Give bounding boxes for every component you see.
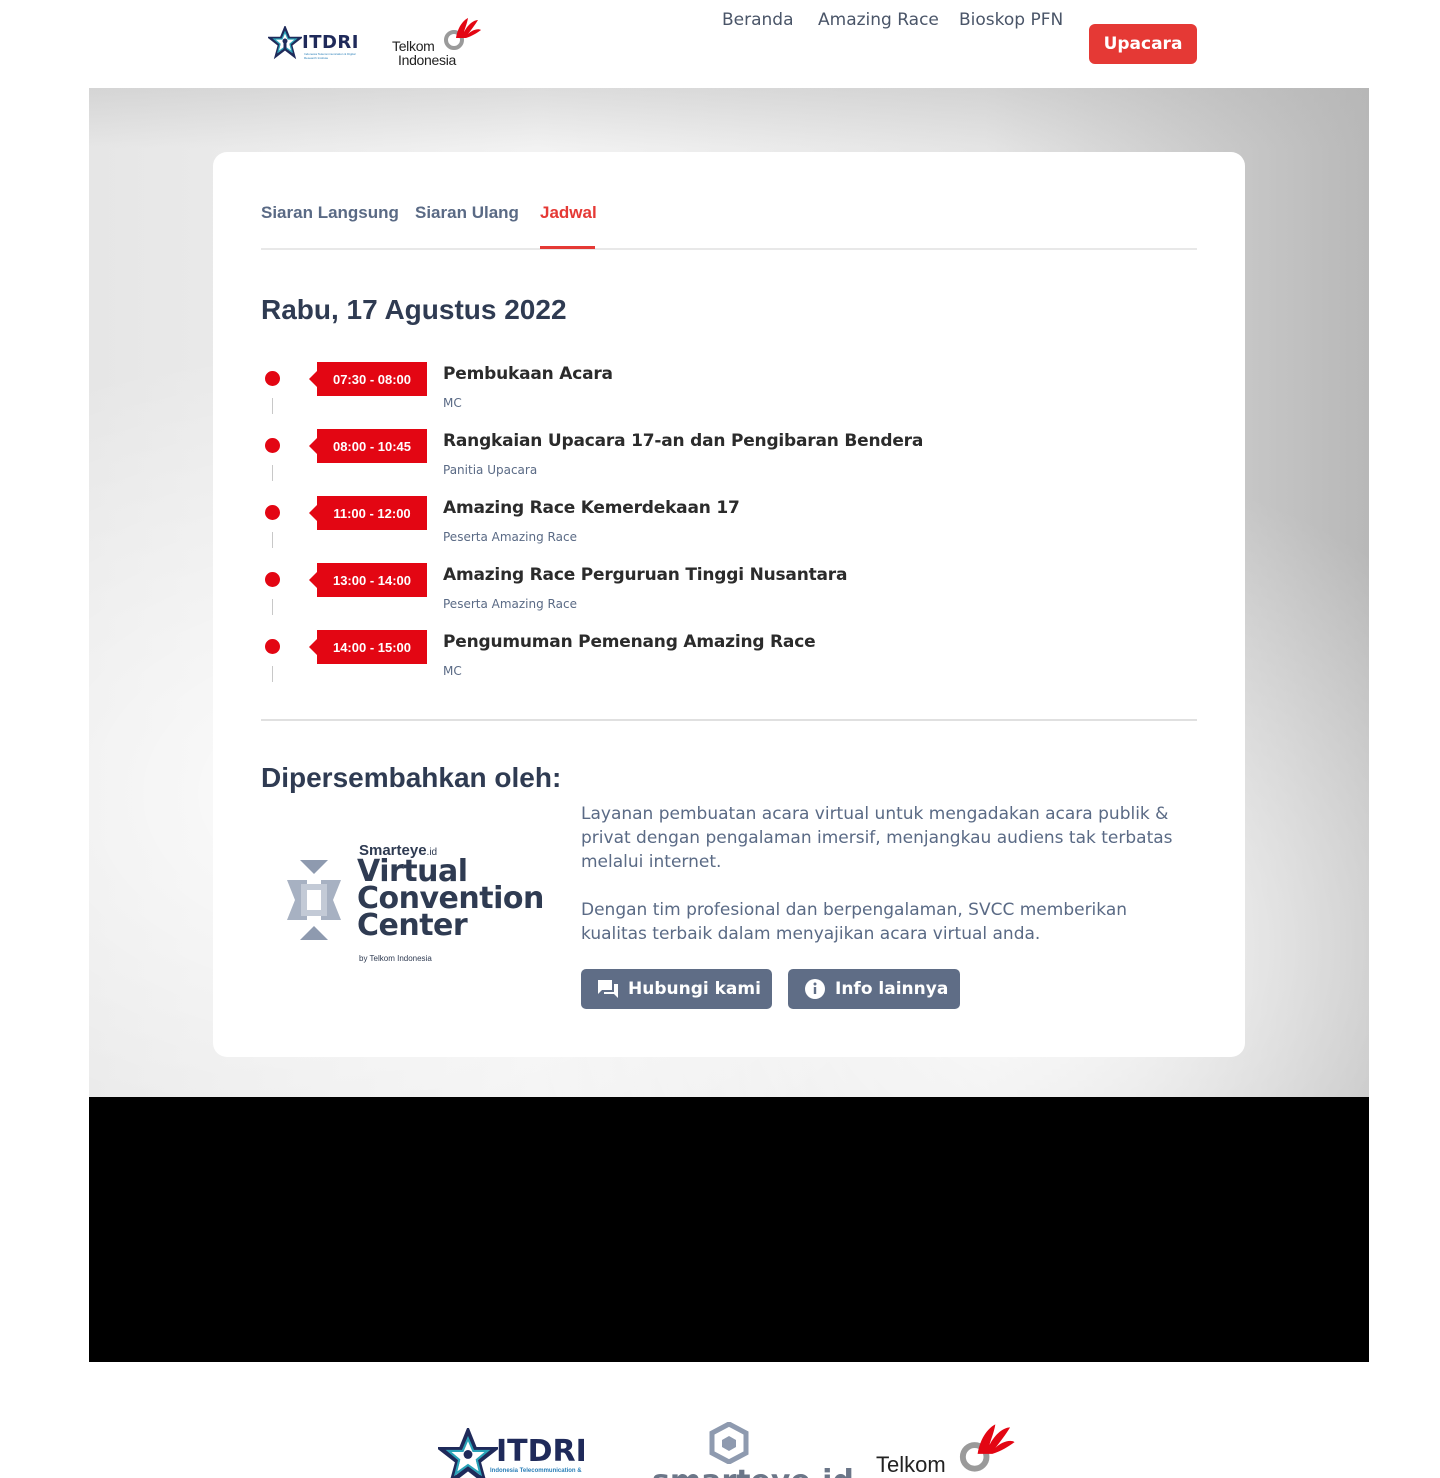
- schedule-host: Panitia Upacara: [443, 463, 538, 477]
- schedule-title: Amazing Race Kemerdekaan 17: [443, 498, 740, 518]
- schedule-host: Peserta Amazing Race: [443, 597, 577, 611]
- nav-bioskop-pfn[interactable]: Bioskop PFN: [959, 10, 1063, 30]
- svcc-wordmark: Virtual Convention Center: [357, 857, 544, 943]
- nav-amazing-race[interactable]: Amazing Race: [818, 10, 939, 30]
- telkom-hand-icon: [444, 18, 481, 50]
- footer-itdri-text: ITDRI: [496, 1434, 587, 1469]
- itdri-logo-subtext: Indonesia Telecommunication & Digital Re…: [304, 52, 356, 60]
- schedule-date: Rabu, 17 Agustus 2022: [261, 294, 567, 325]
- timeline-line: [272, 666, 273, 682]
- svcc-logo: Smarteye.id Virtual Convention Center by…: [287, 842, 544, 967]
- timeline-dot: [265, 438, 280, 453]
- time-badge: 14:00 - 15:00: [309, 630, 427, 664]
- footer-telkom-text: Telkom: [876, 1452, 946, 1477]
- schedule-item: 14:00 - 15:00 Pengumuman Pemenang Amazin…: [261, 630, 1197, 697]
- footer-itdri-subtext: Indonesia Telecommunication &: [490, 1468, 582, 1474]
- svcc-mark-icon: [287, 860, 341, 940]
- schedule-title: Pembukaan Acara: [443, 364, 613, 384]
- schedule-item: 11:00 - 12:00 Amazing Race Kemerdekaan 1…: [261, 496, 1197, 563]
- itdri-logo-text: ITDRI: [302, 32, 359, 53]
- footer-smarteye-text: smarteye.id: [652, 1464, 854, 1478]
- timeline-dot: [265, 639, 280, 654]
- timeline-dot: [265, 572, 280, 587]
- info-icon: [804, 978, 826, 1000]
- smarteye-hex-icon: [709, 1422, 749, 1464]
- telkom-logo[interactable]: Telkom Indonesia: [390, 16, 486, 68]
- tab-siaran-langsung[interactable]: Siaran Langsung: [261, 203, 399, 223]
- footer-telkom-hand-icon: [959, 1424, 1015, 1472]
- section-divider: [261, 719, 1197, 721]
- time-badge: 11:00 - 12:00: [309, 496, 427, 530]
- footer-smarteye-logo[interactable]: smarteye.id: [652, 1422, 854, 1478]
- tab-bar: Siaran Langsung Siaran Ulang Jadwal: [261, 200, 1197, 250]
- nav-beranda[interactable]: Beranda: [722, 10, 794, 30]
- svcc-by-telkom: by Telkom Indonesia: [359, 954, 432, 963]
- video-area[interactable]: [89, 1097, 1369, 1362]
- schedule-title: Amazing Race Perguruan Tinggi Nusantara: [443, 565, 848, 585]
- itdri-star-icon: [268, 26, 302, 60]
- time-badge: 08:00 - 10:45: [309, 429, 427, 463]
- timeline-line: [272, 398, 273, 414]
- schedule-host: MC: [443, 396, 462, 410]
- footer-itdri-logo[interactable]: ITDRI Indonesia Telecommunication &: [438, 1428, 598, 1478]
- hubungi-kami-button[interactable]: Hubungi kami: [581, 969, 772, 1009]
- footer-logos: ITDRI Indonesia Telecommunication & smar…: [0, 1362, 1440, 1478]
- schedule-title: Rangkaian Upacara 17-an dan Pengibaran B…: [443, 431, 924, 451]
- description-paragraph-2: Dengan tim profesional dan berpengalaman…: [581, 900, 1128, 944]
- schedule-item: 07:30 - 08:00 Pembukaan Acara MC: [261, 362, 1197, 429]
- presented-description: Layanan pembuatan acara virtual untuk me…: [581, 802, 1197, 946]
- hubungi-kami-label: Hubungi kami: [628, 979, 761, 999]
- svcc-line3: Center: [357, 908, 468, 943]
- info-lainnya-label: Info lainnya: [835, 979, 949, 999]
- time-badge: 07:30 - 08:00: [309, 362, 427, 396]
- timeline-dot: [265, 505, 280, 520]
- schedule-host: MC: [443, 664, 462, 678]
- presented-by-title: Dipersembahkan oleh:: [261, 762, 562, 793]
- description-paragraph-1: Layanan pembuatan acara virtual untuk me…: [581, 804, 1173, 872]
- time-badge: 13:00 - 14:00: [309, 563, 427, 597]
- itdri-logo[interactable]: ITDRI Indonesia Telecommunication & Digi…: [268, 26, 360, 64]
- info-lainnya-button[interactable]: Info lainnya: [788, 969, 960, 1009]
- upacara-button[interactable]: Upacara: [1089, 24, 1197, 64]
- telkom-logo-line2: Indonesia: [398, 52, 457, 68]
- timeline-line: [272, 465, 273, 481]
- schedule-host: Peserta Amazing Race: [443, 530, 577, 544]
- footer-itdri-star-icon: [438, 1428, 498, 1478]
- site-header: ITDRI Indonesia Telecommunication & Digi…: [0, 0, 1440, 88]
- chat-icon: [597, 978, 619, 1000]
- tab-siaran-ulang[interactable]: Siaran Ulang: [415, 203, 519, 223]
- active-tab-indicator: [540, 246, 595, 249]
- footer-telkom-logo[interactable]: Telkom: [874, 1420, 1024, 1478]
- schedule-item: 08:00 - 10:45 Rangkaian Upacara 17-an da…: [261, 429, 1197, 496]
- schedule-title: Pengumuman Pemenang Amazing Race: [443, 632, 816, 652]
- tab-jadwal[interactable]: Jadwal: [540, 203, 597, 223]
- schedule-card: Siaran Langsung Siaran Ulang Jadwal Rabu…: [213, 152, 1245, 1057]
- timeline-line: [272, 532, 273, 548]
- schedule-item: 13:00 - 14:00 Amazing Race Perguruan Tin…: [261, 563, 1197, 630]
- timeline-line: [272, 599, 273, 615]
- timeline-dot: [265, 371, 280, 386]
